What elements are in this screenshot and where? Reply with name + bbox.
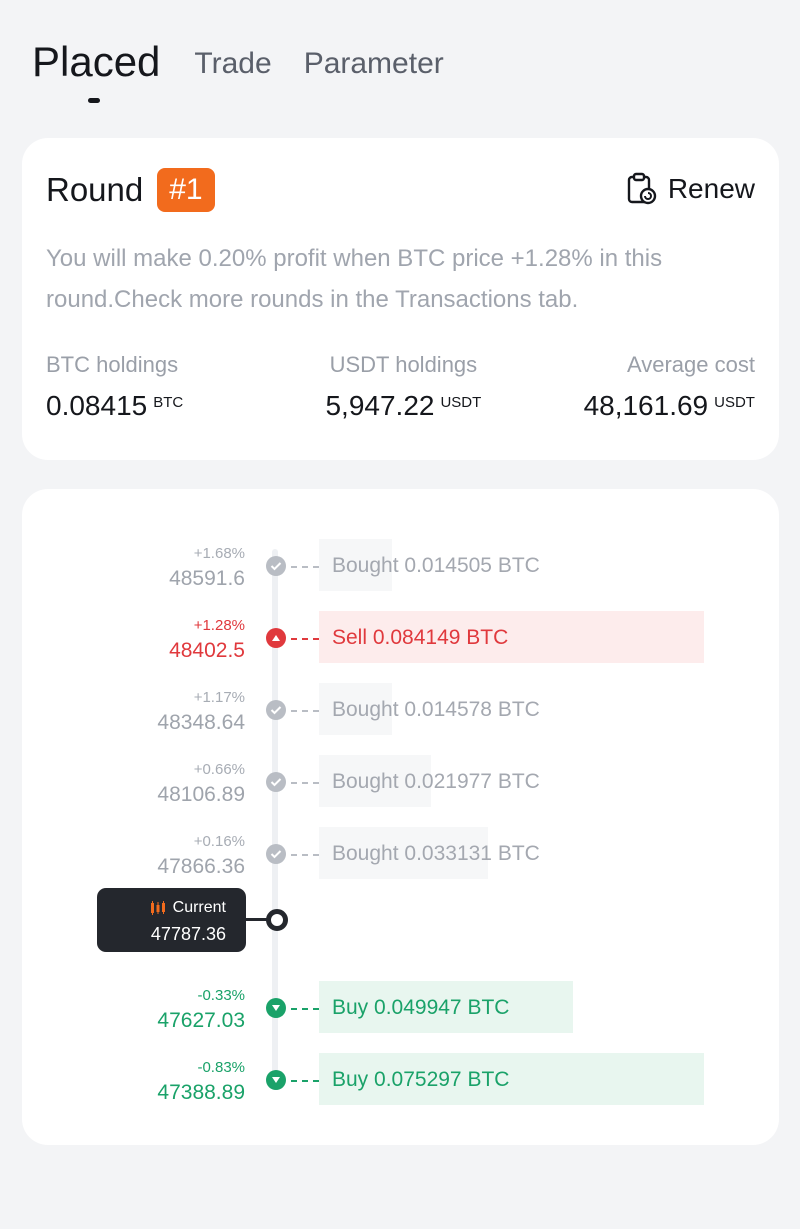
candlestick-icon: [150, 901, 165, 915]
order-price: 47866.36: [157, 855, 245, 878]
arrow-down-icon: [266, 1070, 286, 1090]
connector-dash: [291, 566, 319, 568]
check-icon: [266, 772, 286, 792]
current-price: 47787.36: [150, 924, 226, 944]
round-description: You will make 0.20% profit when BTC pric…: [46, 245, 663, 313]
stat-label: Average cost: [626, 352, 755, 377]
order-row[interactable]: +0.66% 48106.89 Bought 0.021977 BTC: [22, 755, 779, 818]
connector-dash: [291, 1080, 319, 1082]
check-icon: [266, 700, 286, 720]
order-price: 48402.5: [169, 639, 245, 662]
holdings-stats: BTC holdings 0.08415 BTC USDT holdings 5,…: [46, 352, 755, 422]
order-row[interactable]: -0.83% 47388.89 Buy 0.075297 BTC: [22, 1053, 779, 1116]
order-row[interactable]: +1.28% 48402.5 Sell 0.084149 BTC: [22, 611, 779, 674]
order-text: Bought 0.014578 BTC: [332, 698, 540, 721]
stat-value: 5,947.22: [325, 390, 435, 421]
stat-value: 48,161.69: [583, 390, 709, 421]
arrow-up-icon: [266, 628, 286, 648]
round-card: Round #1 Renew You will make 0.20% profi…: [22, 138, 779, 460]
current-connector: [246, 918, 268, 921]
stat-unit: BTC: [153, 394, 184, 411]
round-number-badge: #1: [157, 168, 215, 212]
renew-label: Renew: [667, 173, 755, 204]
order-row[interactable]: +1.68% 48591.6 Bought 0.014505 BTC: [22, 539, 779, 602]
connector-dash: [291, 710, 319, 712]
connector-dash: [291, 854, 319, 856]
order-percent: +0.16%: [193, 833, 245, 850]
order-percent: +1.17%: [193, 689, 245, 706]
order-percent: +1.28%: [193, 617, 245, 634]
stat-btc-holdings: BTC holdings 0.08415 BTC: [46, 352, 183, 422]
order-row[interactable]: +0.16% 47866.36 Bought 0.033131 BTC: [22, 827, 779, 890]
order-text: Bought 0.021977 BTC: [332, 770, 540, 793]
stat-unit: USDT: [440, 394, 482, 411]
check-icon: [266, 556, 286, 576]
stat-unit: USDT: [714, 394, 755, 411]
current-label: Current: [172, 899, 226, 916]
order-price: 48348.64: [157, 711, 245, 734]
order-ladder-card: +1.68% 48591.6 Bought 0.014505 BTC +1.28…: [22, 489, 779, 1145]
order-row[interactable]: +1.17% 48348.64 Bought 0.014578 BTC: [22, 683, 779, 746]
order-price: 47388.89: [157, 1081, 245, 1104]
clipboard-refresh-icon: [627, 172, 657, 205]
order-price: 48106.89: [157, 783, 245, 806]
arrow-down-icon: [266, 998, 286, 1018]
stat-usdt-holdings: USDT holdings 5,947.22 USDT: [325, 352, 481, 422]
connector-dash: [291, 638, 319, 640]
stat-average-cost: Average cost 48,161.69 USDT: [584, 352, 755, 422]
round-label: Round: [46, 171, 144, 208]
tab-trade[interactable]: Trade: [194, 42, 271, 86]
tab-placed[interactable]: Placed: [32, 38, 160, 86]
current-price-marker: Current 47787.36: [97, 888, 246, 952]
active-tab-indicator: [88, 98, 100, 103]
current-dot: [266, 909, 288, 931]
check-icon: [266, 844, 286, 864]
connector-dash: [291, 782, 319, 784]
stat-label: USDT holdings: [329, 352, 478, 377]
connector-dash: [291, 1008, 319, 1010]
order-text: Bought 0.033131 BTC: [332, 842, 540, 865]
tab-bar: Placed Trade Parameter: [32, 38, 476, 86]
round-header: Round #1: [46, 168, 215, 212]
order-percent: +1.68%: [193, 545, 245, 562]
order-price: 48591.6: [169, 567, 245, 590]
order-text: Bought 0.014505 BTC: [332, 554, 540, 577]
order-row[interactable]: -0.33% 47627.03 Buy 0.049947 BTC: [22, 981, 779, 1044]
order-percent: -0.33%: [197, 987, 245, 1004]
renew-button[interactable]: Renew: [626, 172, 755, 206]
order-price: 47627.03: [157, 1009, 245, 1032]
stat-value: 0.08415: [46, 390, 148, 421]
stat-label: BTC holdings: [46, 352, 179, 377]
order-text: Buy 0.075297 BTC: [332, 1068, 510, 1091]
order-text: Buy 0.049947 BTC: [332, 996, 510, 1019]
order-percent: -0.83%: [197, 1059, 245, 1076]
order-text: Sell 0.084149 BTC: [332, 626, 509, 649]
tab-parameter[interactable]: Parameter: [304, 42, 444, 86]
order-percent: +0.66%: [193, 761, 245, 778]
